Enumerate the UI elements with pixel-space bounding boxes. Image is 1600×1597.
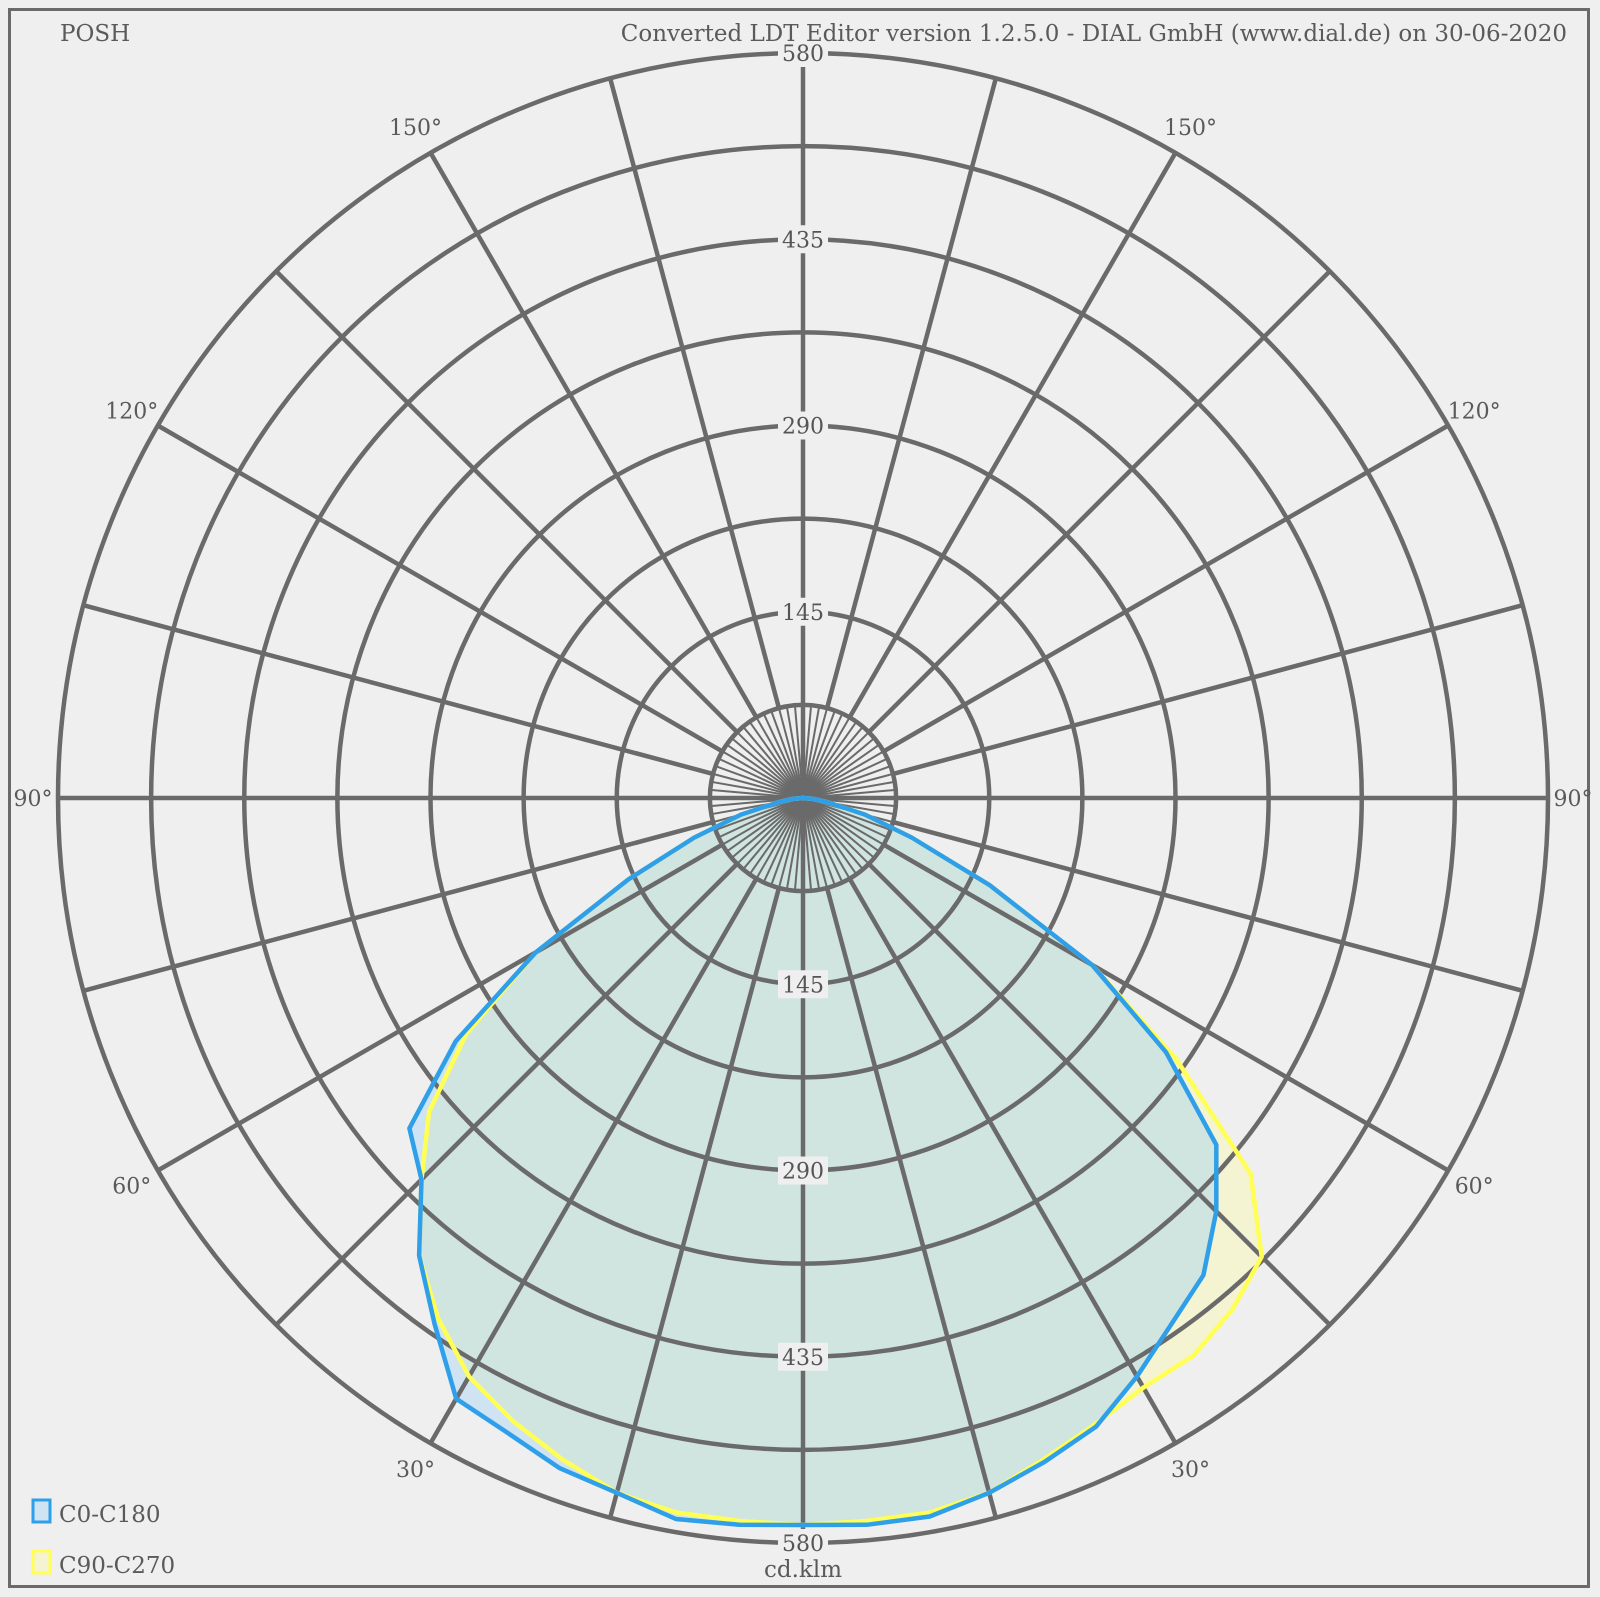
grid-spoke (274, 269, 739, 734)
angle-tick-label: 60° (112, 1175, 151, 1200)
angle-tick-label: 150° (1164, 116, 1217, 141)
header-left-text: POSH (60, 21, 130, 47)
legend-label-c90-c270: C90-C270 (59, 1553, 175, 1579)
legend-swatch-c0-c180 (31, 1498, 52, 1524)
angle-tick-label: 120° (1448, 400, 1501, 425)
angle-tick-label: 120° (105, 400, 158, 425)
radial-tick-label: 145 (782, 973, 824, 998)
polar-chart: 145145290290435435580580 30° 30°60° 60°90°… (14, 21, 1593, 1583)
radial-tick-label: 290 (782, 415, 824, 440)
angle-tick-label: 90° (14, 787, 53, 812)
legend: C0-C180 C90-C270 (31, 1498, 175, 1579)
radial-tick-label: 580 (782, 1532, 824, 1557)
grid-spoke (867, 269, 1332, 734)
radial-tick-label: 435 (782, 1346, 824, 1371)
angle-tick-label: 90° (1554, 787, 1593, 812)
radial-tick-label: 290 (782, 1160, 824, 1185)
header-right-text: Converted LDT Editor version 1.2.5.0 - D… (621, 21, 1567, 47)
legend-label-c0-c180: C0-C180 (59, 1502, 161, 1528)
angle-tick-label: 60° (1455, 1175, 1494, 1200)
series-fills (409, 798, 1262, 1525)
angle-tick-label: 150° (389, 116, 442, 141)
angle-tick-label: 30° (1171, 1458, 1210, 1483)
legend-swatch-c90-c270 (31, 1549, 52, 1575)
radial-tick-label: 145 (782, 601, 824, 626)
unit-label: cd.klm (764, 1557, 842, 1583)
angle-tick-label: 30° (396, 1458, 435, 1483)
radial-tick-label: 435 (782, 228, 824, 253)
